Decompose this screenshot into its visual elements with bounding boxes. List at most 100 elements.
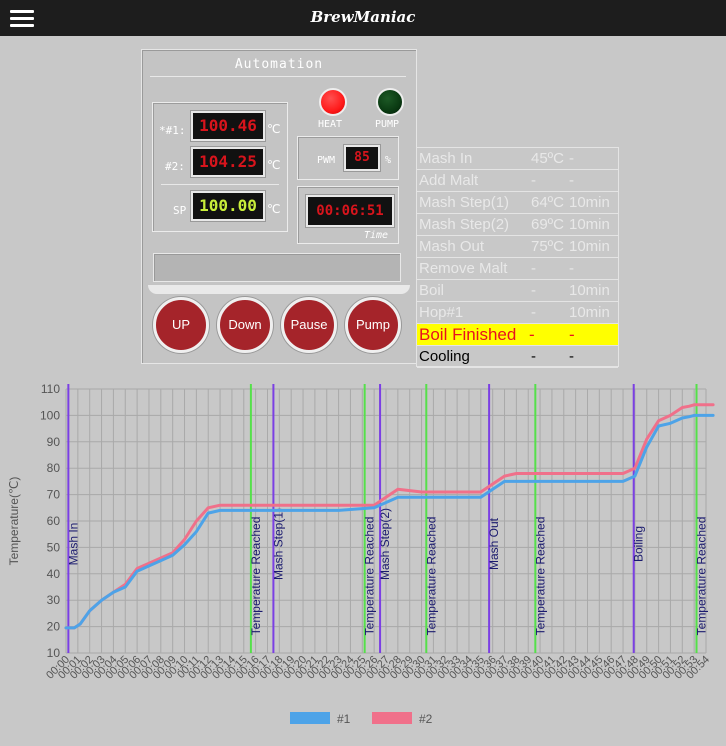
top-bar: BrewManiac xyxy=(0,0,726,36)
step-time: 10min xyxy=(569,194,610,211)
marker-label: Temperature Reached xyxy=(363,517,377,636)
step-time: 10min xyxy=(569,282,610,299)
y-tick-label: 20 xyxy=(47,620,61,634)
y-tick-label: 100 xyxy=(40,408,60,422)
marker-label: Temperature Reached xyxy=(695,517,709,636)
setpoint-display: 100.00 xyxy=(190,190,266,222)
timer-box: 00:06:51 Time xyxy=(297,186,399,244)
marker-label: Temperature Reached xyxy=(249,517,263,636)
step-time: - xyxy=(569,325,575,344)
step-temp: 45ºC xyxy=(531,150,564,167)
up-button[interactable]: UP xyxy=(153,297,209,353)
y-tick-label: 110 xyxy=(41,382,60,396)
y-tick-label: 70 xyxy=(47,488,61,502)
down-button[interactable]: Down xyxy=(217,297,273,353)
pause-button[interactable]: Pause xyxy=(281,297,337,353)
step-temp: - xyxy=(531,348,536,365)
step-row: Mash Step(2) 69ºC 10min xyxy=(417,214,618,236)
step-row: Remove Malt - - xyxy=(417,258,618,280)
step-temp: 69ºC xyxy=(531,216,564,233)
pump-label: PUMP xyxy=(375,119,400,130)
y-tick-label: 50 xyxy=(47,540,61,554)
step-time: - xyxy=(569,172,574,189)
status-message xyxy=(153,253,401,282)
y-tick-label: 90 xyxy=(47,435,61,449)
heat-label: HEAT xyxy=(318,119,343,130)
step-name: Mash Step(2) xyxy=(419,216,510,233)
y-axis-label: Temperature(℃) xyxy=(7,477,21,566)
step-row: Boil Finished - - xyxy=(417,324,618,346)
y-tick-label: 40 xyxy=(47,567,61,581)
step-temp: - xyxy=(531,172,536,189)
y-tick-label: 60 xyxy=(47,514,61,528)
y-tick-label: 30 xyxy=(47,593,61,607)
setpoint-unit: ℃ xyxy=(267,202,281,216)
step-name: Cooling xyxy=(419,348,470,365)
step-name: Boil xyxy=(419,282,445,299)
step-temp: - xyxy=(531,304,536,321)
step-temp: - xyxy=(531,282,536,299)
step-name: Mash Step(1) xyxy=(419,194,510,211)
step-time: - xyxy=(569,150,574,167)
panel-title: Automation xyxy=(234,57,324,72)
chart-svg: 10203040506070809010011000:0000:0100:020… xyxy=(7,382,715,726)
step-time: - xyxy=(569,260,574,277)
step-temp: 75ºC xyxy=(531,238,564,255)
step-name: Mash Out xyxy=(419,238,485,255)
marker-label: Temperature Reached xyxy=(424,517,438,636)
legend-label: #1 xyxy=(337,712,351,726)
marker-label: Temperature Reached xyxy=(533,517,547,636)
step-row: Hop#1 - 10min xyxy=(417,302,618,324)
step-time: - xyxy=(569,348,574,365)
step-temp: - xyxy=(529,325,535,344)
step-temp: - xyxy=(531,260,536,277)
panel-divider xyxy=(150,76,406,77)
step-name: Remove Malt xyxy=(419,260,508,277)
sensor1-display: 100.46 xyxy=(190,110,266,142)
pump-button[interactable]: Pump xyxy=(345,297,401,353)
heat-indicator-icon xyxy=(319,88,347,116)
pwm-label: PWM xyxy=(317,155,336,166)
temperature-chart: 10 20 30 40 50 60 70 80 90 100 110 00:00 00:01 00:02 0… xyxy=(0,376,726,741)
step-name: Add Malt xyxy=(419,172,479,189)
step-name: Mash In xyxy=(419,150,473,167)
pwm-box: PWM 85 % xyxy=(297,136,399,180)
step-time: 10min xyxy=(569,238,610,255)
sensor2-label: #2: xyxy=(165,160,185,173)
step-name: Boil Finished xyxy=(419,325,517,344)
timer-display: 00:06:51 xyxy=(305,194,395,228)
sensor1-unit: ℃ xyxy=(267,122,281,136)
app-title: BrewManiac xyxy=(310,8,416,26)
marker-label: Mash Step(1) xyxy=(271,508,285,580)
step-time: 10min xyxy=(569,216,610,233)
sensor2-display: 104.25 xyxy=(190,146,266,178)
slider-handle[interactable] xyxy=(148,285,410,294)
step-name: Hop#1 xyxy=(419,304,464,321)
step-row: Mash Step(1) 64ºC 10min xyxy=(417,192,618,214)
marker-label: Boiling xyxy=(632,526,646,562)
legend-swatch xyxy=(372,712,412,724)
pwm-display: 85 xyxy=(343,144,381,172)
timer-label: Time xyxy=(364,230,389,241)
step-row: Cooling - - xyxy=(417,346,618,368)
marker-label: Mash Step(2) xyxy=(378,508,392,580)
step-temp: 64ºC xyxy=(531,194,564,211)
pwm-unit: % xyxy=(385,155,392,166)
marker-label: Mash Out xyxy=(487,517,501,570)
step-time: 10min xyxy=(569,304,610,321)
step-list: Mash In 45ºC - Add Malt - - Mash Step(1) 64ºC 10… xyxy=(416,147,619,368)
legend-label: #2 xyxy=(419,712,433,726)
step-row: Mash In 45ºC - xyxy=(417,148,618,170)
step-row: Mash Out 75ºC 10min xyxy=(417,236,618,258)
sensor1-label: *#1: xyxy=(159,124,186,137)
sensor2-unit: ℃ xyxy=(267,158,281,172)
automation-panel: Automation *#1: 100.46 ℃ #2: 104.25 ℃ SP… xyxy=(141,49,417,364)
marker-label: Mash In xyxy=(66,523,80,566)
pump-indicator-icon xyxy=(376,88,404,116)
step-row: Boil - 10min xyxy=(417,280,618,302)
setpoint-label: SP xyxy=(173,204,187,217)
legend-swatch xyxy=(290,712,330,724)
step-row: Add Malt - - xyxy=(417,170,618,192)
temperature-divider xyxy=(161,184,279,185)
temperature-box: *#1: 100.46 ℃ #2: 104.25 ℃ SP 100.00 ℃ xyxy=(152,102,288,232)
